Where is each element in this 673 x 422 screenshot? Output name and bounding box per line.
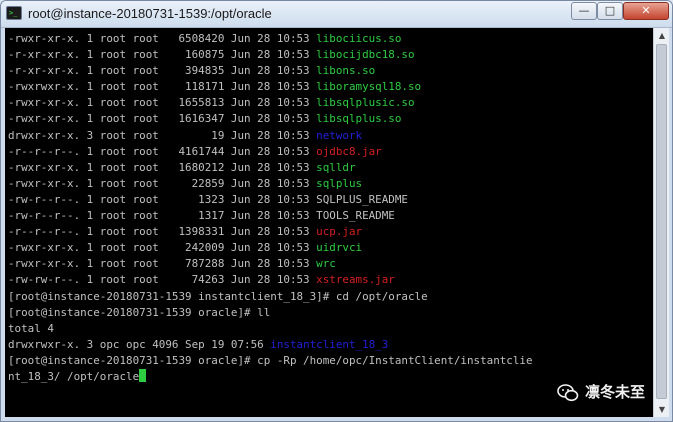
terminal-filename: ojdbc8.jar [316, 144, 382, 158]
terminal-text-segment: -rw-rw-r--. 1 root root 74263 Jun 28 10:… [8, 273, 317, 287]
terminal-text-segment: -rw-r--r--. 1 root root 1317 Jun 28 10:5… [8, 209, 395, 223]
terminal-line: [root@instance-20180731-1539 oracle]# cp… [8, 353, 653, 369]
terminal-filename: libsqlplusic.so [316, 96, 415, 110]
scroll-down-button[interactable]: ▼ [655, 402, 669, 417]
close-button[interactable]: ✕ [623, 2, 669, 20]
terminal-filename: sqlldr [316, 160, 356, 174]
terminal-text-segment: [root@instance-20180731-1539 instantclie… [8, 289, 428, 303]
terminal-text-segment: drwxrwxr-x. 3 opc opc 4096 Sep 19 07:56 [8, 337, 271, 351]
terminal-filename: libociicus.so [316, 32, 402, 45]
terminal-text-segment: nt_18_3/ /opt/oracle [8, 369, 140, 383]
terminal-line: -rw-r--r--. 1 root root 1323 Jun 28 10:5… [8, 192, 653, 208]
terminal-filename: libons.so [316, 64, 376, 78]
terminal-text-segment: -r-xr-xr-x. 1 root root 394835 Jun 28 10… [8, 64, 317, 78]
terminal-text-segment: -rw-r--r--. 1 root root 1323 Jun 28 10:5… [8, 192, 408, 206]
terminal-filename: xstreams.jar [316, 273, 395, 287]
terminal-text-segment: -rwxr-xr-x. 1 root root 1616347 Jun 28 1… [8, 112, 317, 126]
window-title: root@instance-20180731-1539:/opt/oracle [28, 6, 272, 21]
terminal-line: -rwxr-xr-x. 1 root root 1616347 Jun 28 1… [8, 111, 653, 127]
terminal-text-segment: [root@instance-20180731-1539 oracle]# ll [8, 305, 271, 319]
terminal-line: -rw-r--r--. 1 root root 1317 Jun 28 10:5… [8, 208, 653, 224]
terminal-text-segment: -rwxr-xr-x. 1 root root 1655813 Jun 28 1… [8, 96, 317, 110]
terminal-line: -rwxr-xr-x. 1 root root 242009 Jun 28 10… [8, 240, 653, 256]
terminal-text-segment: -r--r--r--. 1 root root 1398331 Jun 28 1… [8, 225, 317, 239]
terminal-filename: network [316, 128, 363, 142]
title-bar[interactable]: >_ root@instance-20180731-1539:/opt/orac… [1, 1, 672, 28]
terminal-filename: liboramysql18.so [316, 80, 422, 94]
terminal-line: drwxr-xr-x. 3 root root 19 Jun 28 10:53 … [8, 128, 653, 144]
terminal-line: -rwxr-xr-x. 1 root root 1655813 Jun 28 1… [8, 95, 653, 111]
terminal-filename: sqlplus [316, 176, 363, 190]
terminal-line: -rwxr-xr-x. 1 root root 787288 Jun 28 10… [8, 256, 653, 272]
terminal-line: total 4 [8, 321, 653, 337]
terminal-line: -rw-rw-r--. 1 root root 74263 Jun 28 10:… [8, 272, 653, 288]
terminal-text-segment: -rwxrwxr-x. 1 root root 118171 Jun 28 10… [8, 80, 317, 94]
terminal-text-segment: -rwxr-xr-x. 1 root root 242009 Jun 28 10… [8, 241, 317, 255]
terminal-filename: wrc [316, 257, 336, 271]
terminal-line: drwxrwxr-x. 3 opc opc 4096 Sep 19 07:56 … [8, 337, 653, 353]
terminal-line: -r--r--r--. 1 root root 1398331 Jun 28 1… [8, 224, 653, 240]
terminal-text: -rwxr-xr-x. 1 root root 6508420 Jun 28 1… [5, 28, 653, 385]
terminal-icon[interactable]: >_ [6, 6, 22, 20]
terminal-filename: ucp.jar [316, 225, 363, 239]
watermark: 凛冬未至 [557, 377, 651, 409]
arrow-up-icon: ▲ [658, 31, 666, 40]
terminal-output[interactable]: -rwxr-xr-x. 1 root root 6508420 Jun 28 1… [5, 28, 653, 417]
terminal-filename: instantclient_18_3 [270, 337, 389, 351]
scrollbar-thumb[interactable] [656, 44, 667, 399]
terminal-line: -r--r--r--. 1 root root 4161744 Jun 28 1… [8, 144, 653, 160]
close-icon: ✕ [641, 4, 651, 17]
terminal-line: -r-xr-xr-x. 1 root root 394835 Jun 28 10… [8, 63, 653, 79]
maximize-icon: □ [604, 4, 616, 17]
terminal-text-segment: total 4 [8, 321, 54, 335]
terminal-text-segment: -rwxr-xr-x. 1 root root 22859 Jun 28 10:… [8, 176, 317, 190]
terminal-text-segment: -r--r--r--. 1 root root 4161744 Jun 28 1… [8, 144, 317, 158]
arrow-down-icon: ▼ [658, 405, 666, 414]
minimize-button[interactable]: — [571, 2, 597, 20]
terminal-text-segment: drwxr-xr-x. 3 root root 19 Jun 28 10:53 [8, 128, 317, 142]
terminal-line: -rwxr-xr-x. 1 root root 1680212 Jun 28 1… [8, 160, 653, 176]
terminal-line: -rwxrwxr-x. 1 root root 118171 Jun 28 10… [8, 79, 653, 95]
terminal-filename: libsqlplus.so [316, 112, 402, 126]
terminal-line: -r-xr-xr-x. 1 root root 160875 Jun 28 10… [8, 47, 653, 63]
maximize-button[interactable]: □ [597, 2, 623, 20]
terminal-filename: uidrvci [316, 241, 363, 255]
terminal-line: -rwxr-xr-x. 1 root root 22859 Jun 28 10:… [8, 176, 653, 192]
vertical-scrollbar[interactable]: ▲ ▼ [653, 28, 669, 417]
terminal-line: [root@instance-20180731-1539 instantclie… [8, 289, 653, 305]
terminal-text-segment: -r-xr-xr-x. 1 root root 160875 Jun 28 10… [8, 48, 317, 62]
watermark-text: 凛冬未至 [585, 384, 646, 401]
terminal-line: [root@instance-20180731-1539 oracle]# ll [8, 305, 653, 321]
terminal-text-segment: -rwxr-xr-x. 1 root root 6508420 Jun 28 1… [8, 32, 317, 45]
scroll-up-button[interactable]: ▲ [655, 28, 669, 43]
terminal-line: -rwxr-xr-x. 1 root root 6508420 Jun 28 1… [8, 31, 653, 47]
wechat-logo [557, 384, 579, 402]
terminal-text-segment: [root@instance-20180731-1539 oracle]# cp… [8, 353, 533, 367]
terminal-window: >_ root@instance-20180731-1539:/opt/orac… [0, 0, 673, 422]
minimize-icon: — [578, 4, 590, 17]
terminal-text-segment: -rwxr-xr-x. 1 root root 787288 Jun 28 10… [8, 257, 317, 271]
terminal-text-segment: -rwxr-xr-x. 1 root root 1680212 Jun 28 1… [8, 160, 317, 174]
text-cursor [139, 368, 147, 382]
terminal-filename: libocijdbc18.so [316, 48, 415, 62]
